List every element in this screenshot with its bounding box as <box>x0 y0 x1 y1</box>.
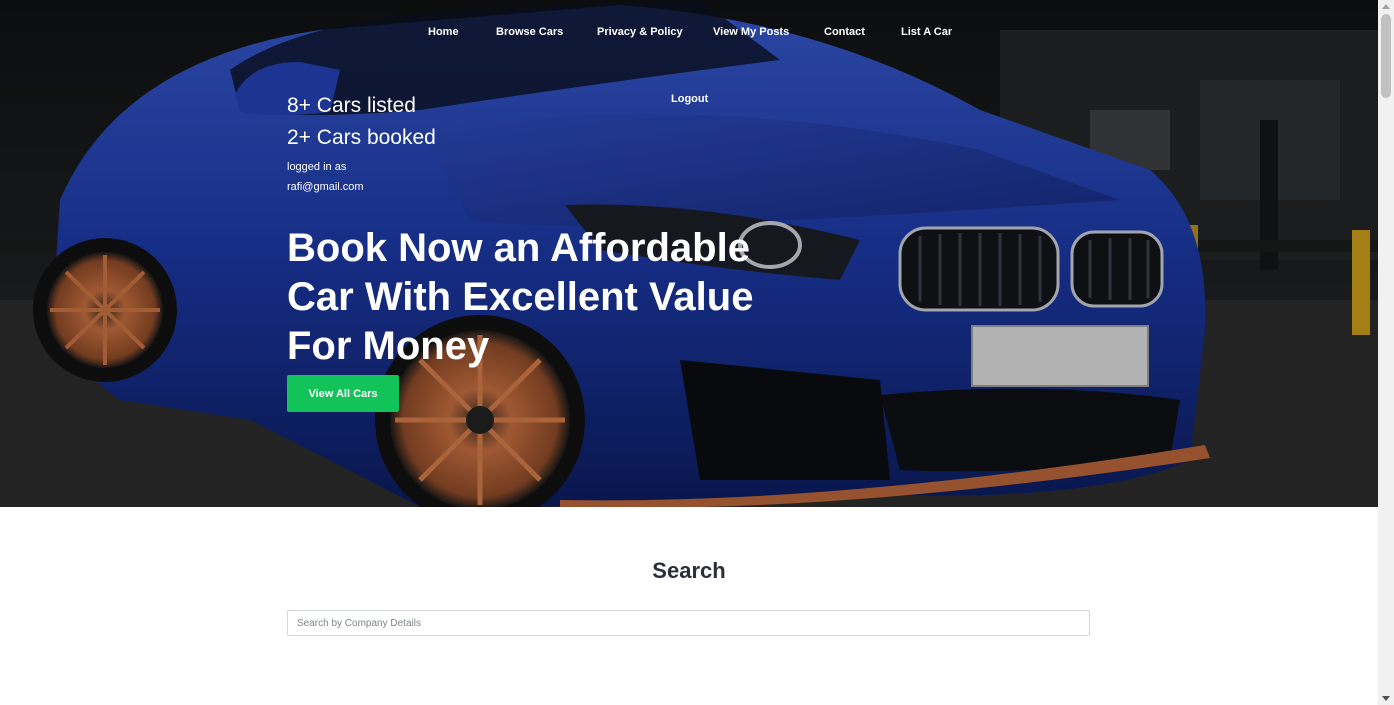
search-input[interactable] <box>287 610 1090 636</box>
cars-booked-stat: 2+ Cars booked <box>287 126 436 149</box>
vertical-scrollbar[interactable] <box>1378 0 1394 705</box>
cars-listed-stat: 8+ Cars listed <box>287 94 416 117</box>
nav-browse-cars[interactable]: Browse Cars <box>496 26 563 38</box>
nav-privacy-policy[interactable]: Privacy & Policy <box>597 26 683 38</box>
nav-contact[interactable]: Contact <box>824 26 865 38</box>
view-all-cars-button[interactable]: View All Cars <box>287 375 399 412</box>
nav-list-a-car[interactable]: List A Car <box>901 26 952 38</box>
hero-headline: Book Now an Affordable Car With Excellen… <box>287 226 754 368</box>
browser-viewport: Home Browse Cars Privacy & Policy View M… <box>0 0 1394 705</box>
user-email: rafi@gmail.com <box>287 181 364 193</box>
hero-section: Home Browse Cars Privacy & Policy View M… <box>0 0 1378 507</box>
nav-view-my-posts[interactable]: View My Posts <box>713 26 789 38</box>
scrollbar-thumb[interactable] <box>1381 14 1391 98</box>
scroll-down-arrow-icon[interactable] <box>1382 696 1390 701</box>
nav-home[interactable]: Home <box>428 26 459 38</box>
nav-logout[interactable]: Logout <box>671 93 708 105</box>
search-title: Search <box>652 558 726 583</box>
page-content: Home Browse Cars Privacy & Policy View M… <box>0 0 1378 705</box>
main-navbar: Home Browse Cars Privacy & Policy View M… <box>0 0 1378 120</box>
scroll-up-arrow-icon[interactable] <box>1382 4 1390 9</box>
logged-in-label: logged in as <box>287 161 347 173</box>
